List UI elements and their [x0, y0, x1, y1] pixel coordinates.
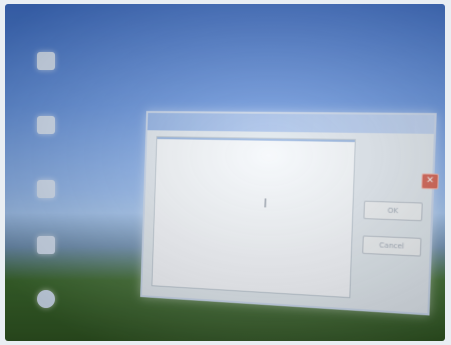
monitor-screen: ✕ OK Cancel I — [5, 4, 445, 341]
recycle-bin-icon — [37, 116, 55, 134]
screen-title — [11, 14, 71, 24]
item-listbox[interactable] — [151, 136, 356, 299]
globe-desktop-icon[interactable] — [19, 290, 73, 312]
my-documents-icon — [37, 52, 55, 70]
recycle-bin-desktop-icon[interactable] — [19, 116, 73, 138]
close-icon: ✕ — [425, 175, 435, 187]
cancel-button[interactable]: Cancel — [362, 235, 422, 257]
network-desktop-icon[interactable] — [19, 236, 73, 258]
globe-icon — [37, 290, 55, 308]
my-documents-desktop-icon[interactable] — [19, 52, 73, 74]
dialog-title — [147, 112, 435, 134]
ie-icon — [37, 180, 55, 198]
ok-button[interactable]: OK — [363, 200, 423, 222]
ie-desktop-icon[interactable] — [19, 180, 73, 202]
text-cursor-icon: I — [263, 196, 268, 211]
dialog-window: ✕ OK Cancel I — [140, 110, 439, 316]
network-icon — [37, 236, 55, 254]
close-button[interactable]: ✕ — [421, 173, 439, 190]
